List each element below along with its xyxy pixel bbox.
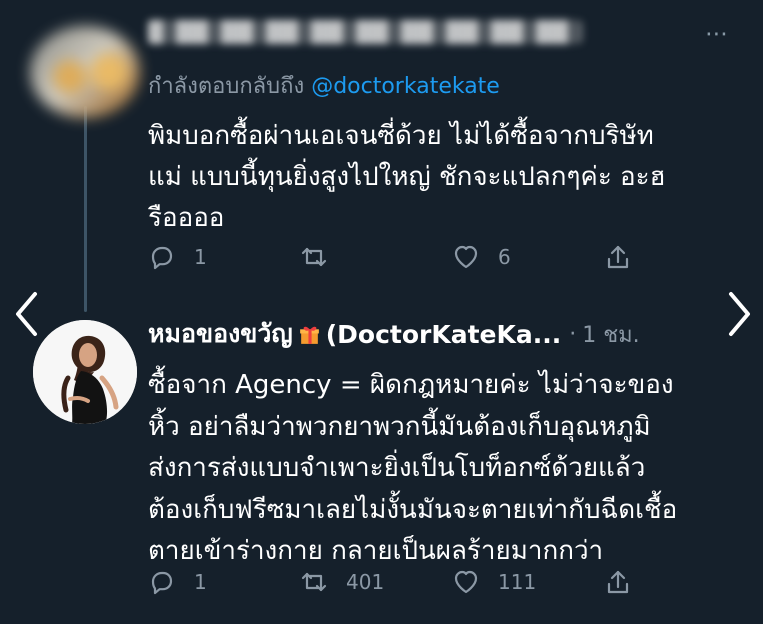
blurred-author-name xyxy=(148,20,582,44)
doctor-share-button[interactable] xyxy=(604,565,650,599)
like-count: 6 xyxy=(498,245,511,269)
tweet-thread-screen: ⋯ กำลังตอบกลับถึง @doctorkatekate พิมบอก… xyxy=(0,0,763,624)
doctor-like-button[interactable]: 111 xyxy=(452,565,536,599)
doctor-retweet-button[interactable]: 401 xyxy=(300,565,384,599)
tweet-text: พิมบอกซื้อผ่านเอเจนซี่ด้วย ไม่ได้ซื้อจาก… xyxy=(148,121,666,233)
author-row: หมอของขวัญ (DoctorKateKa... · 1 ชม. xyxy=(148,315,714,353)
thread-line xyxy=(84,106,87,312)
reply-prefix: กำลังตอบกลับถึง xyxy=(148,74,305,99)
reply-icon xyxy=(151,246,173,270)
doctor-tweet-actions: 1 401 111 xyxy=(148,565,668,599)
reply-icon xyxy=(151,571,173,595)
time-separator: · xyxy=(569,321,577,347)
doctor-like-count: 111 xyxy=(498,570,537,594)
doctor-reply-button[interactable]: 1 xyxy=(148,565,207,599)
like-button[interactable]: 6 xyxy=(452,240,511,274)
reply-count: 1 xyxy=(194,245,207,269)
retweet-icon xyxy=(301,247,327,267)
share-button[interactable] xyxy=(604,240,650,274)
tweet-time[interactable]: 1 ชม. xyxy=(582,317,639,352)
replying-to-line: กำลังตอบกลับถึง @doctorkatekate xyxy=(148,68,500,103)
doctor-avatar-image xyxy=(33,320,137,424)
chevron-right-icon xyxy=(729,292,750,336)
heart-icon xyxy=(454,245,478,269)
retweet-button[interactable] xyxy=(300,240,346,274)
doctor-avatar[interactable] xyxy=(33,320,137,424)
chevron-left-icon xyxy=(16,292,37,336)
next-image-button[interactable] xyxy=(720,288,758,340)
share-icon xyxy=(607,245,629,269)
doctor-reply-count: 1 xyxy=(194,570,207,594)
heart-icon xyxy=(454,570,478,594)
more-options-icon[interactable]: ⋯ xyxy=(705,23,731,46)
doctor-retweet-count: 401 xyxy=(346,570,385,594)
doctor-tweet-text: ซื้อจาก Agency = ผิดกฎหมายค่ะ ไม่ว่าจะขอ… xyxy=(148,370,678,566)
mention-link[interactable]: @doctorkatekate xyxy=(311,74,500,99)
author-display-name-suffix[interactable]: (DoctorKateKa... xyxy=(326,320,562,349)
share-icon xyxy=(607,570,629,594)
gift-icon xyxy=(299,326,319,344)
previous-image-button[interactable] xyxy=(8,288,46,340)
reply-button[interactable]: 1 xyxy=(148,240,207,274)
blurred-avatar[interactable] xyxy=(30,26,140,118)
author-display-name[interactable]: หมอของขวัญ xyxy=(148,315,293,353)
tweet-actions: 1 6 xyxy=(148,240,668,274)
retweet-icon xyxy=(301,572,327,592)
